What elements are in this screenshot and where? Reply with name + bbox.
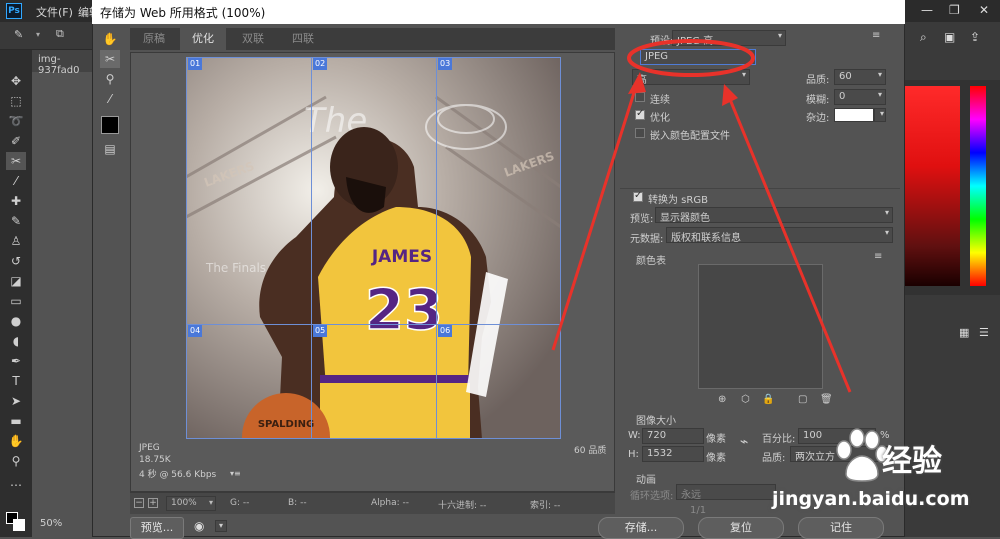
- baidu-paw-icon: [836, 428, 889, 482]
- watermark-site: 经验: [882, 444, 942, 479]
- annotation-arrowhead-left: [628, 72, 646, 94]
- annotation-arrow-right: [725, 91, 852, 393]
- annotation-ellipse: [627, 39, 755, 77]
- watermark-url: jingyan.baidu.com: [772, 488, 970, 510]
- annotation-arrow-left: [551, 79, 640, 351]
